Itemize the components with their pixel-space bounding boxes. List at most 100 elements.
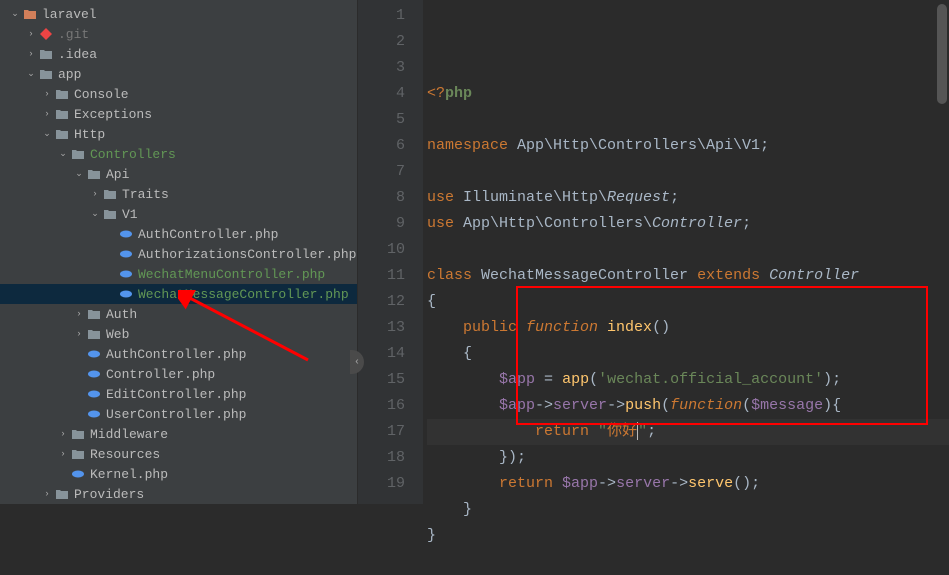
- tree-label: Providers: [74, 487, 144, 502]
- php-icon: [118, 286, 134, 302]
- line-number: 4: [358, 81, 405, 107]
- tree-item-resources[interactable]: ›Resources: [0, 444, 357, 464]
- chevron-right-icon[interactable]: ›: [40, 489, 54, 499]
- chevron-down-icon[interactable]: ⌄: [72, 169, 86, 179]
- line-number: 7: [358, 159, 405, 185]
- code-content[interactable]: <?php namespace App\Http\Controllers\Api\…: [423, 0, 949, 504]
- code-line[interactable]: use App\Http\Controllers\Controller;: [427, 211, 949, 237]
- tree-label: Controller.php: [106, 367, 215, 382]
- code-line[interactable]: [427, 549, 949, 575]
- tree-label: WechatMessageController.php: [138, 287, 349, 302]
- tree-item-laravel[interactable]: ⌄laravel: [0, 4, 357, 24]
- line-number: 11: [358, 263, 405, 289]
- chevron-right-icon[interactable]: ›: [88, 189, 102, 199]
- code-line[interactable]: return $app->server->serve();: [427, 471, 949, 497]
- tree-item-web[interactable]: › Web: [0, 324, 357, 344]
- php-icon: [86, 386, 102, 402]
- line-number: 1: [358, 3, 405, 29]
- chevron-right-icon[interactable]: ›: [40, 109, 54, 119]
- line-number: 16: [358, 393, 405, 419]
- tree-item-kernel-php[interactable]: Kernel.php: [0, 464, 357, 484]
- tree-label: Auth: [106, 307, 137, 322]
- folder-icon: [86, 306, 102, 322]
- code-editor[interactable]: 12345678910111213141516171819 <?phpnames…: [358, 0, 949, 504]
- tree-item-console[interactable]: › Console: [0, 84, 357, 104]
- code-line[interactable]: [427, 107, 949, 133]
- tree-item-api[interactable]: ⌄Api: [0, 164, 357, 184]
- chevron-down-icon[interactable]: ⌄: [56, 149, 70, 159]
- editor-scrollbar-thumb[interactable]: [937, 4, 947, 104]
- tree-item-providers[interactable]: › Providers: [0, 484, 357, 504]
- tree-item-wechatmessagecontroller-php[interactable]: WechatMessageController.php: [0, 284, 357, 304]
- chevron-left-icon: ‹: [354, 357, 360, 368]
- tree-item-app[interactable]: ⌄app: [0, 64, 357, 84]
- line-number: 2: [358, 29, 405, 55]
- tree-item-exceptions[interactable]: ›Exceptions: [0, 104, 357, 124]
- code-line[interactable]: }: [427, 497, 949, 523]
- tree-item-controller-php[interactable]: Controller.php: [0, 364, 357, 384]
- code-line[interactable]: $app = app('wechat.official_account');: [427, 367, 949, 393]
- tree-label: Web: [106, 327, 129, 342]
- tree-label: Controllers: [90, 147, 176, 162]
- folder-icon: [70, 426, 86, 442]
- code-line[interactable]: [427, 159, 949, 185]
- tree-label: UserController.php: [106, 407, 246, 422]
- chevron-down-icon[interactable]: ⌄: [8, 9, 22, 19]
- code-line[interactable]: }: [427, 523, 949, 549]
- line-number: 5: [358, 107, 405, 133]
- tree-item-authorizationscontroller-php[interactable]: AuthorizationsController.php: [0, 244, 357, 264]
- folder-icon: [54, 86, 70, 102]
- code-line[interactable]: return "你好";: [427, 419, 949, 445]
- tree-item-auth[interactable]: › Auth: [0, 304, 357, 324]
- tree-item-wechatmenucontroller-php[interactable]: WechatMenuController.php: [0, 264, 357, 284]
- code-line[interactable]: <?php: [427, 81, 949, 107]
- chevron-right-icon[interactable]: ›: [72, 329, 86, 339]
- chevron-right-icon[interactable]: ›: [72, 309, 86, 319]
- project-tree[interactable]: ⌄laravel›.git›.idea⌄app › Console ›Exceptio…: [0, 0, 358, 504]
- tree-label: AuthController.php: [138, 227, 278, 242]
- tree-item-authcontroller-php[interactable]: AuthController.php: [0, 344, 357, 364]
- code-line[interactable]: $app->server->push(function($message){: [427, 393, 949, 419]
- chevron-down-icon[interactable]: ⌄: [88, 209, 102, 219]
- php-icon: [118, 266, 134, 282]
- chevron-right-icon[interactable]: ›: [24, 29, 38, 39]
- code-line[interactable]: namespace App\Http\Controllers\Api\V1;: [427, 133, 949, 159]
- code-line[interactable]: {: [427, 341, 949, 367]
- chevron-right-icon[interactable]: ›: [24, 49, 38, 59]
- tree-item--git[interactable]: ›.git: [0, 24, 357, 44]
- line-number: 6: [358, 133, 405, 159]
- line-number: 10: [358, 237, 405, 263]
- folder-icon: [70, 146, 86, 162]
- tree-item-middleware[interactable]: ›Middleware: [0, 424, 357, 444]
- code-line[interactable]: });: [427, 445, 949, 471]
- line-number: 14: [358, 341, 405, 367]
- tree-label: Kernel.php: [90, 467, 168, 482]
- tree-item-http[interactable]: ⌄ Http: [0, 124, 357, 144]
- chevron-down-icon[interactable]: ⌄: [24, 69, 38, 79]
- code-line[interactable]: {: [427, 289, 949, 315]
- line-number: 9: [358, 211, 405, 237]
- code-line[interactable]: public function index(): [427, 315, 949, 341]
- tree-item-usercontroller-php[interactable]: UserController.php: [0, 404, 357, 424]
- php-icon: [86, 406, 102, 422]
- chevron-right-icon[interactable]: ›: [56, 429, 70, 439]
- line-number: 18: [358, 445, 405, 471]
- chevron-down-icon[interactable]: ⌄: [40, 129, 54, 139]
- tree-item-v1[interactable]: ⌄V1: [0, 204, 357, 224]
- code-line[interactable]: [427, 237, 949, 263]
- tree-item-authcontroller-php[interactable]: AuthController.php: [0, 224, 357, 244]
- chevron-right-icon[interactable]: ›: [56, 449, 70, 459]
- tree-item-controllers[interactable]: ⌄ Controllers: [0, 144, 357, 164]
- php-icon: [118, 246, 134, 262]
- code-line[interactable]: use Illuminate\Http\Request;: [427, 185, 949, 211]
- tree-item-traits[interactable]: ›Traits: [0, 184, 357, 204]
- tree-item--idea[interactable]: ›.idea: [0, 44, 357, 64]
- tree-item-editcontroller-php[interactable]: EditController.php: [0, 384, 357, 404]
- code-line[interactable]: class WechatMessageController extends Co…: [427, 263, 949, 289]
- folder-icon: [54, 106, 70, 122]
- tree-label: Http: [74, 127, 105, 142]
- tree-label: AuthorizationsController.php: [138, 247, 356, 262]
- tree-label: Console: [74, 87, 129, 102]
- folder-icon: [54, 126, 70, 142]
- chevron-right-icon[interactable]: ›: [40, 89, 54, 99]
